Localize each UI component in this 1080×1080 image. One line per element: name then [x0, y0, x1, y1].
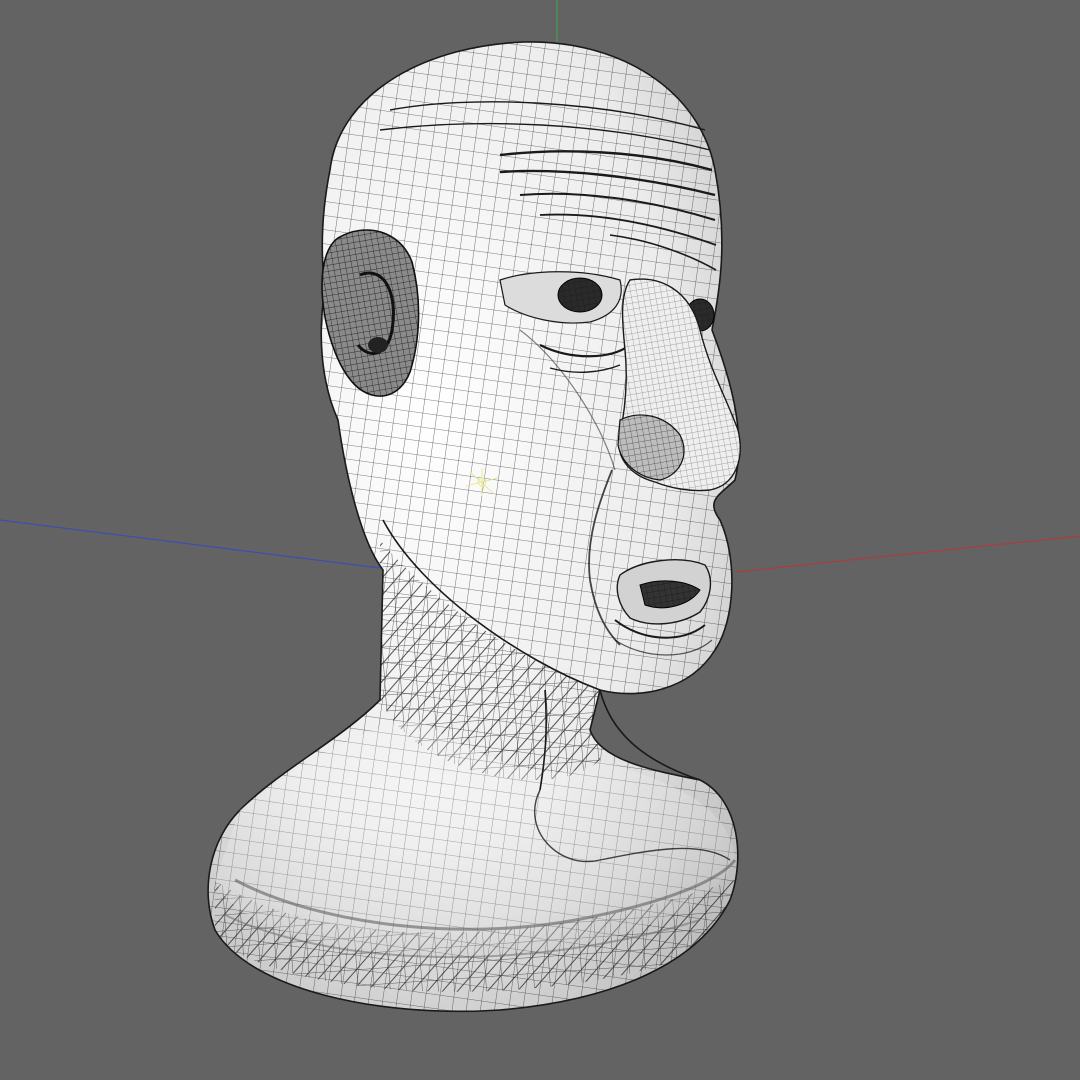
- chest-surface: [215, 720, 735, 956]
- x-axis-line: [734, 535, 1080, 573]
- viewport-canvas[interactable]: [0, 0, 1080, 1080]
- head-model[interactable]: [180, 30, 780, 1030]
- 3d-viewport[interactable]: [0, 0, 1080, 1080]
- z-axis-line: [0, 519, 381, 569]
